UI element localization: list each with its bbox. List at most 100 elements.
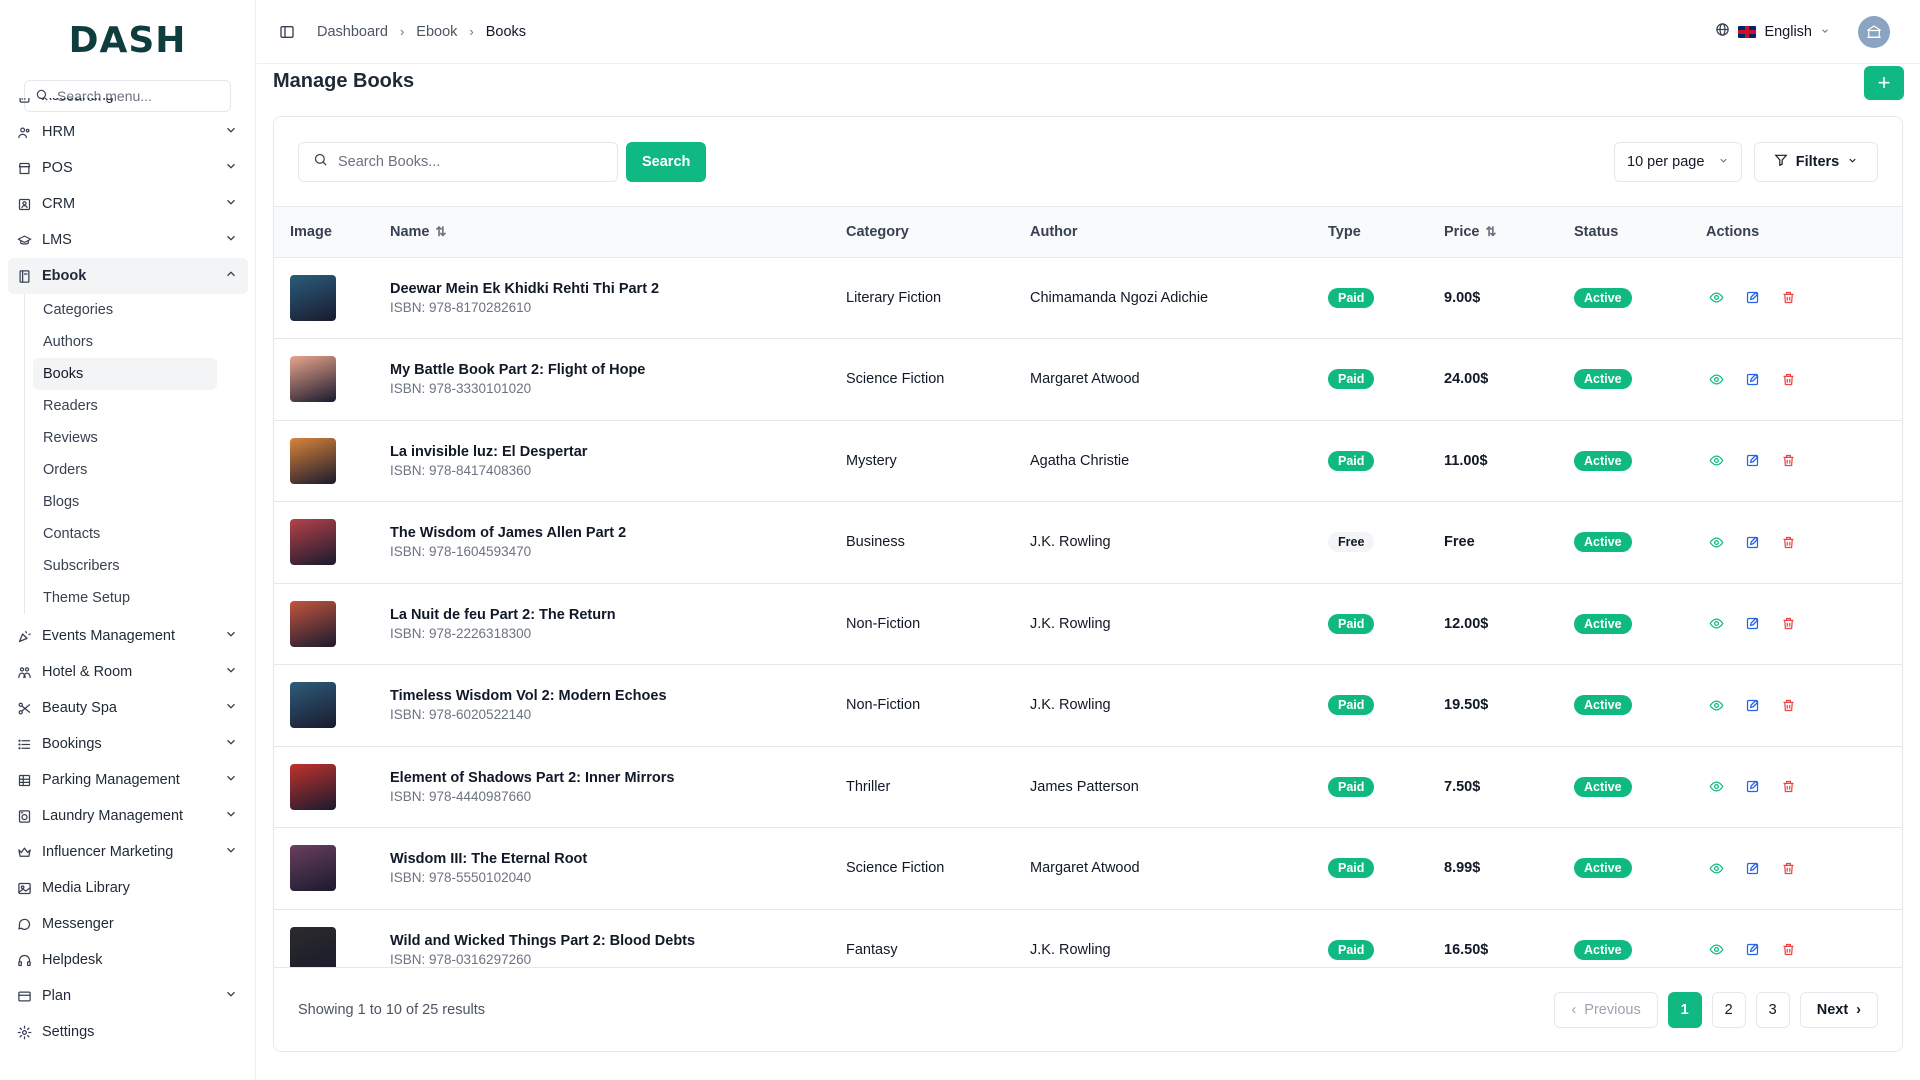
books-search-input[interactable] [338, 153, 598, 170]
book-cover-image[interactable] [290, 926, 336, 969]
table-row[interactable]: Timeless Wisdom Vol 2: Modern Echoes ISBN… [274, 664, 1902, 747]
view-icon[interactable] [1706, 695, 1726, 715]
sidebar-item-parking-management[interactable]: Parking Management [8, 762, 248, 798]
delete-icon[interactable] [1778, 451, 1798, 471]
sidebar-item-plan[interactable]: Plan [8, 978, 248, 1014]
sidebar-item-readers[interactable]: Readers [33, 390, 248, 422]
book-title[interactable]: Wisdom III: The Eternal Root [390, 851, 846, 867]
next-page-button[interactable]: Next › [1799, 991, 1878, 1028]
sidebar-item-messenger[interactable]: Messenger [8, 906, 248, 942]
books-search[interactable] [298, 141, 618, 182]
sidebar-item-hrm[interactable]: HRM [8, 114, 248, 150]
book-cover-image[interactable] [290, 356, 336, 403]
sidebar-item-pos[interactable]: POS [8, 150, 248, 186]
sidebar-item-books[interactable]: Books [33, 358, 217, 390]
edit-icon[interactable] [1742, 695, 1762, 715]
book-title[interactable]: La invisible luz: El Despertar [390, 444, 846, 460]
edit-icon[interactable] [1742, 858, 1762, 878]
sidebar-item-influencer-marketing[interactable]: Influencer Marketing [8, 834, 248, 870]
view-icon[interactable] [1706, 451, 1726, 471]
book-title[interactable]: Wild and Wicked Things Part 2: Blood Deb… [390, 933, 846, 949]
sidebar-item-theme-setup[interactable]: Theme Setup [33, 582, 248, 614]
table-row[interactable]: La Nuit de feu Part 2: The Return ISBN: 9… [274, 583, 1902, 665]
table-row[interactable]: Wild and Wicked Things Part 2: Blood Deb… [274, 909, 1902, 969]
page-3-button[interactable]: 3 [1755, 991, 1790, 1028]
sidebar-item-ebook[interactable]: Ebook [8, 258, 248, 294]
sidebar-item-beauty-spa[interactable]: Beauty Spa [8, 690, 248, 726]
view-icon[interactable] [1706, 614, 1726, 634]
sidebar-item-lms[interactable]: LMS [8, 222, 248, 258]
sidebar-item-hotel-and-room[interactable]: Hotel & Room [8, 654, 248, 690]
sidebar-item-blogs[interactable]: Blogs [33, 486, 248, 518]
table-row[interactable]: The Wisdom of James Allen Part 2 ISBN: 97… [274, 501, 1902, 584]
header-name[interactable]: Name ⇅ [390, 207, 846, 258]
view-icon[interactable] [1706, 532, 1726, 552]
avatar[interactable] [1858, 15, 1890, 48]
view-icon[interactable] [1706, 777, 1726, 797]
header-price[interactable]: Price ⇅ [1444, 207, 1574, 258]
sort-icon[interactable]: ⇅ [1485, 224, 1496, 239]
sidebar-item-media-library[interactable]: Media Library [8, 870, 248, 906]
delete-icon[interactable] [1778, 777, 1798, 797]
table-row[interactable]: Deewar Mein Ek Khidki Rehti Thi Part 2 IS… [274, 257, 1902, 339]
edit-icon[interactable] [1742, 369, 1762, 389]
book-title[interactable]: Deewar Mein Ek Khidki Rehti Thi Part 2 [390, 281, 846, 297]
delete-icon[interactable] [1778, 695, 1798, 715]
edit-icon[interactable] [1742, 614, 1762, 634]
delete-icon[interactable] [1778, 288, 1798, 308]
view-icon[interactable] [1706, 940, 1726, 960]
delete-icon[interactable] [1778, 858, 1798, 878]
sidebar-item-subscribers[interactable]: Subscribers [33, 550, 248, 582]
book-cover-image[interactable] [290, 437, 336, 484]
sidebar-item-reviews[interactable]: Reviews [33, 422, 248, 454]
edit-icon[interactable] [1742, 940, 1762, 960]
edit-icon[interactable] [1742, 532, 1762, 552]
edit-icon[interactable] [1742, 451, 1762, 471]
logo[interactable]: DASH [0, 0, 255, 80]
view-icon[interactable] [1706, 288, 1726, 308]
sidebar-item-helpdesk[interactable]: Helpdesk [8, 942, 248, 978]
sidebar-item-authors[interactable]: Authors [33, 326, 248, 358]
sidebar-item-categories[interactable]: Categories [33, 294, 248, 326]
page-2-button[interactable]: 2 [1711, 991, 1746, 1028]
sort-icon[interactable]: ⇅ [436, 224, 447, 239]
sidebar-item-accounting[interactable]: Accounting [8, 98, 248, 114]
edit-icon[interactable] [1742, 288, 1762, 308]
language-selector[interactable]: English [1715, 22, 1830, 41]
book-title[interactable]: La Nuit de feu Part 2: The Return [390, 607, 846, 623]
search-button[interactable]: Search [626, 141, 707, 182]
page-1-button[interactable]: 1 [1667, 991, 1702, 1028]
sidebar-item-crm[interactable]: CRM [8, 186, 248, 222]
sidebar-toggle-icon[interactable] [275, 20, 299, 44]
book-cover-image[interactable] [290, 845, 336, 892]
table-row[interactable]: My Battle Book Part 2: Flight of Hope ISB… [274, 338, 1902, 421]
book-cover-image[interactable] [290, 763, 336, 810]
sidebar-item-laundry-management[interactable]: Laundry Management [8, 798, 248, 834]
delete-icon[interactable] [1778, 940, 1798, 960]
delete-icon[interactable] [1778, 369, 1798, 389]
book-title[interactable]: Element of Shadows Part 2: Inner Mirrors [390, 770, 846, 786]
delete-icon[interactable] [1778, 532, 1798, 552]
sidebar-item-settings[interactable]: Settings [8, 1014, 248, 1050]
add-book-button[interactable]: + [1864, 66, 1904, 100]
previous-page-button[interactable]: ‹ Previous [1554, 991, 1658, 1028]
table-row[interactable]: Element of Shadows Part 2: Inner Mirrors… [274, 746, 1902, 828]
book-title[interactable]: The Wisdom of James Allen Part 2 [390, 525, 846, 541]
book-cover-image[interactable] [290, 519, 336, 566]
sidebar-item-contacts[interactable]: Contacts [33, 518, 248, 550]
view-icon[interactable] [1706, 858, 1726, 878]
table-row[interactable]: Wisdom III: The Eternal Root ISBN: 978-55… [274, 827, 1902, 910]
table-row[interactable]: La invisible luz: El Despertar ISBN: 978-… [274, 420, 1902, 502]
book-cover-image[interactable] [290, 682, 336, 729]
sidebar-item-bookings[interactable]: Bookings [8, 726, 248, 762]
book-title[interactable]: Timeless Wisdom Vol 2: Modern Echoes [390, 688, 846, 704]
filters-button[interactable]: Filters [1754, 141, 1878, 182]
book-cover-image[interactable] [290, 600, 336, 647]
edit-icon[interactable] [1742, 777, 1762, 797]
breadcrumb-dashboard[interactable]: Dashboard [317, 24, 388, 40]
delete-icon[interactable] [1778, 614, 1798, 634]
book-title[interactable]: My Battle Book Part 2: Flight of Hope [390, 362, 846, 378]
table-wrapper[interactable]: Image Name ⇅ Category Author Type Price ⇅ … [274, 207, 1902, 969]
breadcrumb-ebook[interactable]: Ebook [416, 24, 457, 40]
view-icon[interactable] [1706, 369, 1726, 389]
